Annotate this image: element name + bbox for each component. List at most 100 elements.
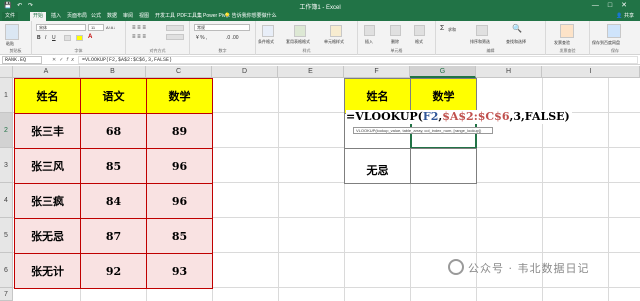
conditional-format-icon[interactable] [262,25,274,37]
row-header-4[interactable]: 4 [0,183,13,218]
conditional-format-label: 条件格式 [258,39,274,44]
cell-c4[interactable]: 96 [146,183,213,219]
autosum-icon[interactable]: Σ [440,25,444,32]
cell-b1[interactable]: 语文 [80,78,147,114]
cell-a2[interactable]: 张三丰 [14,113,81,149]
row-header-5[interactable]: 5 [0,218,13,253]
formula-input[interactable]: =VLOOKUP(F2,$A$2:$C$6,3,FALSE) [78,56,638,64]
sort-filter-icon[interactable] [476,25,488,36]
row-header-3[interactable]: 3 [0,148,13,183]
cell-b5[interactable]: 87 [80,218,147,254]
cell-f3[interactable]: 无忌 [344,148,411,184]
font-group-label: 字体 [74,48,83,53]
tab-file[interactable]: 文件 [2,12,19,21]
cell-styles-label: 单元格样式 [324,39,344,44]
cells-label: 单元格 [390,48,403,53]
window-controls[interactable]: —□✕ [592,1,636,9]
fill-color-icon[interactable] [76,35,83,41]
in-cell-formula-editor[interactable]: =VLOOKUP(F2,$A$2:$C$6,3,FALSE) [346,110,572,124]
cell-a6[interactable]: 张无计 [14,253,81,289]
wechat-icon [448,259,464,275]
align-top-icon[interactable]: ≡ ≡ ≡ [132,25,146,31]
cell-f1[interactable]: 姓名 [344,78,411,114]
tab-view[interactable]: 视图 [136,12,152,21]
baidu-cloud-icon[interactable] [607,24,621,38]
share-button[interactable]: 👤 共享 [616,12,634,21]
font-color-icon[interactable]: A [88,34,92,40]
cell-a4[interactable]: 张三疯 [14,183,81,219]
underline-icon[interactable]: U [52,35,56,41]
bold-icon[interactable]: B [37,35,41,41]
format-table-label: 套用表格格式 [286,39,310,44]
save-group-label: 保存 [611,48,619,53]
column-header-g[interactable]: G [410,66,476,78]
format-table-icon[interactable] [294,25,306,37]
font-grow-icon[interactable]: A↑A↓ [106,25,115,30]
cell-b6[interactable]: 92 [80,253,147,289]
function-tooltip[interactable]: VLOOKUP(lookup_value, table_array, col_i… [353,127,493,134]
cell-b2[interactable]: 68 [80,113,147,149]
decimal-icon[interactable]: .0 .00 [226,35,239,41]
cell-a3[interactable]: 张三风 [14,148,81,184]
column-header-a[interactable]: A [13,66,80,78]
column-header-i[interactable]: I [542,66,640,78]
format-cells-icon[interactable] [414,25,425,36]
column-header-h[interactable]: H [476,66,542,78]
select-all-corner[interactable] [0,66,13,78]
border-icon[interactable] [64,35,71,41]
cell-a1[interactable]: 姓名 [14,78,81,114]
paste-label: 粘贴 [6,41,14,46]
row-header-1[interactable]: 1 [0,78,13,113]
column-header-e[interactable]: E [278,66,344,78]
group-clipboard: 粘贴 剪贴板 [0,21,32,55]
cell-b4[interactable]: 84 [80,183,147,219]
minimize-icon[interactable]: — [592,2,608,9]
cell-c2[interactable]: 89 [146,113,213,149]
currency-icon[interactable]: ¥ % , [196,35,207,41]
close-icon[interactable]: ✕ [621,2,636,9]
invoice-check-icon[interactable] [560,24,574,38]
insert-function-icon[interactable]: fx [66,57,77,63]
find-select-icon[interactable]: 🔍 [512,24,522,33]
tab-page-layout[interactable]: 页面布局 [64,12,90,21]
column-header-b[interactable]: B [80,66,146,78]
row-header-6[interactable]: 6 [0,253,13,288]
tab-insert[interactable]: 插入 [48,12,64,21]
row-header-2[interactable]: 2 [0,113,13,148]
ribbon-tabs: 文件 开始 插入 页面布局 公式 数据 审阅 视图 开发工具 PDF工具集 Po… [0,11,640,21]
font-name-select[interactable]: 宋体 [36,24,86,31]
formula-part-func: =VLOOKUP( [346,110,423,123]
group-cells: 插入 删除 格式 单元格 [358,21,436,55]
italic-icon[interactable]: I [45,35,46,41]
tab-home[interactable]: 开始 [30,12,47,21]
cell-c6[interactable]: 93 [146,253,213,289]
cell-c1[interactable]: 数学 [146,78,213,114]
font-size-select[interactable]: 11 [88,24,104,31]
cell-g3[interactable] [410,148,477,184]
cell-styles-icon[interactable] [330,25,342,37]
tab-data[interactable]: 数据 [104,12,120,21]
maximize-icon[interactable]: □ [608,2,621,9]
merge-center-icon[interactable] [166,34,184,40]
group-styles: 条件格式 套用表格格式 单元格样式 样式 [256,21,358,55]
wrap-text-icon[interactable] [166,25,184,31]
group-font: 宋体 11 A↑A↓ B I U A 字体 [32,21,126,55]
paste-icon[interactable] [5,24,19,40]
cell-c5[interactable]: 85 [146,218,213,254]
number-format-select[interactable]: 常规 [194,24,250,31]
cell-a5[interactable]: 张无忌 [14,218,81,254]
name-box[interactable]: RANK.EQ [2,56,42,64]
cell-c3[interactable]: 96 [146,148,213,184]
tab-review[interactable]: 审阅 [120,12,136,21]
row-header-7[interactable]: 7 [0,288,13,301]
cell-g1[interactable]: 数学 [410,78,477,114]
tab-formulas[interactable]: 公式 [88,12,104,21]
insert-cells-icon[interactable] [364,25,375,36]
column-header-c[interactable]: C [146,66,212,78]
delete-cells-icon[interactable] [390,25,401,36]
column-header-f[interactable]: F [344,66,410,78]
column-header-d[interactable]: D [212,66,278,78]
cell-b3[interactable]: 85 [80,148,147,184]
align-left-icon[interactable]: ≡ ≡ ≡ [132,34,146,40]
tell-me-search[interactable]: 💡 告诉我你想要做什么 [224,12,277,21]
